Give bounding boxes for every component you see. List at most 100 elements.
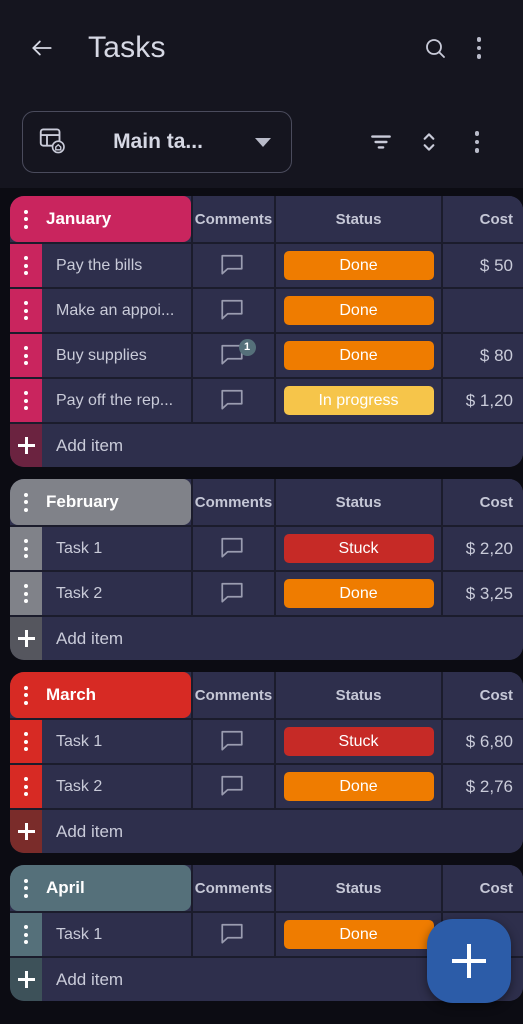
cost-cell[interactable]: $ 2,20 <box>441 527 523 570</box>
comments-cell[interactable] <box>191 379 274 422</box>
table-row[interactable]: Task 1 Stuck $ 2,20 <box>10 525 523 570</box>
add-item-plus-icon[interactable] <box>10 810 42 853</box>
task-name[interactable]: Task 2 <box>42 572 191 615</box>
add-item-label[interactable]: Add item <box>42 424 523 467</box>
row-drag-handle[interactable] <box>10 572 42 615</box>
group-name[interactable]: January <box>42 196 191 242</box>
row-drag-handle[interactable] <box>10 913 42 956</box>
column-header-status: Status <box>274 672 441 718</box>
row-drag-handle[interactable] <box>10 765 42 808</box>
app-bar: Tasks <box>0 0 523 96</box>
table-row[interactable]: Make an appoi... Done <box>10 287 523 332</box>
kebab-menu-icon[interactable] <box>453 118 501 166</box>
chevron-down-icon <box>255 137 271 147</box>
search-icon[interactable] <box>413 26 457 70</box>
status-badge[interactable]: Done <box>283 251 434 280</box>
cost-cell[interactable]: $ 80 <box>441 334 523 377</box>
add-item-row[interactable]: Add item <box>10 422 523 467</box>
task-name[interactable]: Task 2 <box>42 765 191 808</box>
column-header-cost: Cost <box>441 196 523 242</box>
status-badge[interactable]: Done <box>283 772 434 801</box>
comments-cell[interactable] <box>191 913 274 956</box>
status-cell[interactable]: Done <box>274 913 441 956</box>
comments-cell[interactable] <box>191 572 274 615</box>
add-item-label[interactable]: Add item <box>42 810 523 853</box>
task-name[interactable]: Pay the bills <box>42 244 191 287</box>
group-drag-handle[interactable] <box>10 479 42 525</box>
status-badge[interactable]: Stuck <box>283 534 434 563</box>
comments-cell[interactable]: 1 <box>191 334 274 377</box>
row-drag-handle[interactable] <box>10 527 42 570</box>
comments-cell[interactable] <box>191 244 274 287</box>
task-name[interactable]: Task 1 <box>42 913 191 956</box>
status-cell[interactable]: Stuck <box>274 720 441 763</box>
comment-icon <box>219 253 249 279</box>
status-badge[interactable]: Done <box>283 296 434 325</box>
status-cell[interactable]: In progress <box>274 379 441 422</box>
add-item-plus-icon[interactable] <box>10 617 42 660</box>
comments-cell[interactable] <box>191 289 274 332</box>
filter-icon[interactable] <box>357 118 405 166</box>
status-badge[interactable]: In progress <box>283 386 434 415</box>
status-badge[interactable]: Done <box>283 579 434 608</box>
task-name[interactable]: Buy supplies <box>42 334 191 377</box>
table-row[interactable]: Task 2 Done $ 3,25 <box>10 570 523 615</box>
status-cell[interactable]: Done <box>274 244 441 287</box>
kebab-menu-icon[interactable] <box>457 26 501 70</box>
board-selector[interactable]: Main ta... <box>22 111 292 173</box>
page-title: Tasks <box>88 31 166 64</box>
cost-cell[interactable] <box>441 289 523 332</box>
task-name[interactable]: Pay off the rep... <box>42 379 191 422</box>
status-cell[interactable]: Done <box>274 765 441 808</box>
cost-cell[interactable]: $ 6,80 <box>441 720 523 763</box>
add-item-plus-icon[interactable] <box>10 958 42 1001</box>
task-group: February Comments Status Cost Task 1 Stuck $ 2… <box>10 479 523 660</box>
add-item-row[interactable]: Add item <box>10 808 523 853</box>
status-cell[interactable]: Stuck <box>274 527 441 570</box>
group-drag-handle[interactable] <box>10 196 42 242</box>
group-name[interactable]: April <box>42 865 191 911</box>
table-row[interactable]: Task 2 Done $ 2,76 <box>10 763 523 808</box>
group-drag-handle[interactable] <box>10 865 42 911</box>
table-row[interactable]: Task 1 Stuck $ 6,80 <box>10 718 523 763</box>
back-icon[interactable] <box>22 28 62 68</box>
add-item-label[interactable]: Add item <box>42 617 523 660</box>
table-row[interactable]: Pay the bills Done $ 50 <box>10 242 523 287</box>
comments-cell[interactable] <box>191 527 274 570</box>
row-drag-handle[interactable] <box>10 289 42 332</box>
status-badge[interactable]: Stuck <box>283 727 434 756</box>
kebab-dots <box>474 131 480 153</box>
add-item-fab[interactable] <box>427 919 511 1003</box>
task-board-screen: Tasks Main ta... January Comments Status… <box>0 0 523 1024</box>
group-name[interactable]: March <box>42 672 191 718</box>
column-header-comments: Comments <box>191 479 274 525</box>
sort-icon[interactable] <box>405 118 453 166</box>
cost-cell[interactable]: $ 50 <box>441 244 523 287</box>
task-name[interactable]: Make an appoi... <box>42 289 191 332</box>
status-cell[interactable]: Done <box>274 572 441 615</box>
task-name[interactable]: Task 1 <box>42 720 191 763</box>
status-cell[interactable]: Done <box>274 334 441 377</box>
board-home-icon <box>37 125 67 160</box>
group-drag-handle[interactable] <box>10 672 42 718</box>
board-name-label: Main ta... <box>113 130 203 153</box>
row-drag-handle[interactable] <box>10 379 42 422</box>
row-drag-handle[interactable] <box>10 244 42 287</box>
task-name[interactable]: Task 1 <box>42 527 191 570</box>
add-item-plus-icon[interactable] <box>10 424 42 467</box>
comments-cell[interactable] <box>191 765 274 808</box>
status-badge[interactable]: Done <box>283 341 434 370</box>
row-drag-handle[interactable] <box>10 334 42 377</box>
status-cell[interactable]: Done <box>274 289 441 332</box>
cost-cell[interactable]: $ 3,25 <box>441 572 523 615</box>
board-toolbar: Main ta... <box>0 96 523 188</box>
cost-cell[interactable]: $ 1,20 <box>441 379 523 422</box>
status-badge[interactable]: Done <box>283 920 434 949</box>
group-name[interactable]: February <box>42 479 191 525</box>
add-item-row[interactable]: Add item <box>10 615 523 660</box>
comments-cell[interactable] <box>191 720 274 763</box>
table-row[interactable]: Pay off the rep... In progress $ 1,20 <box>10 377 523 422</box>
table-row[interactable]: Buy supplies 1 Done $ 80 <box>10 332 523 377</box>
cost-cell[interactable]: $ 2,76 <box>441 765 523 808</box>
row-drag-handle[interactable] <box>10 720 42 763</box>
